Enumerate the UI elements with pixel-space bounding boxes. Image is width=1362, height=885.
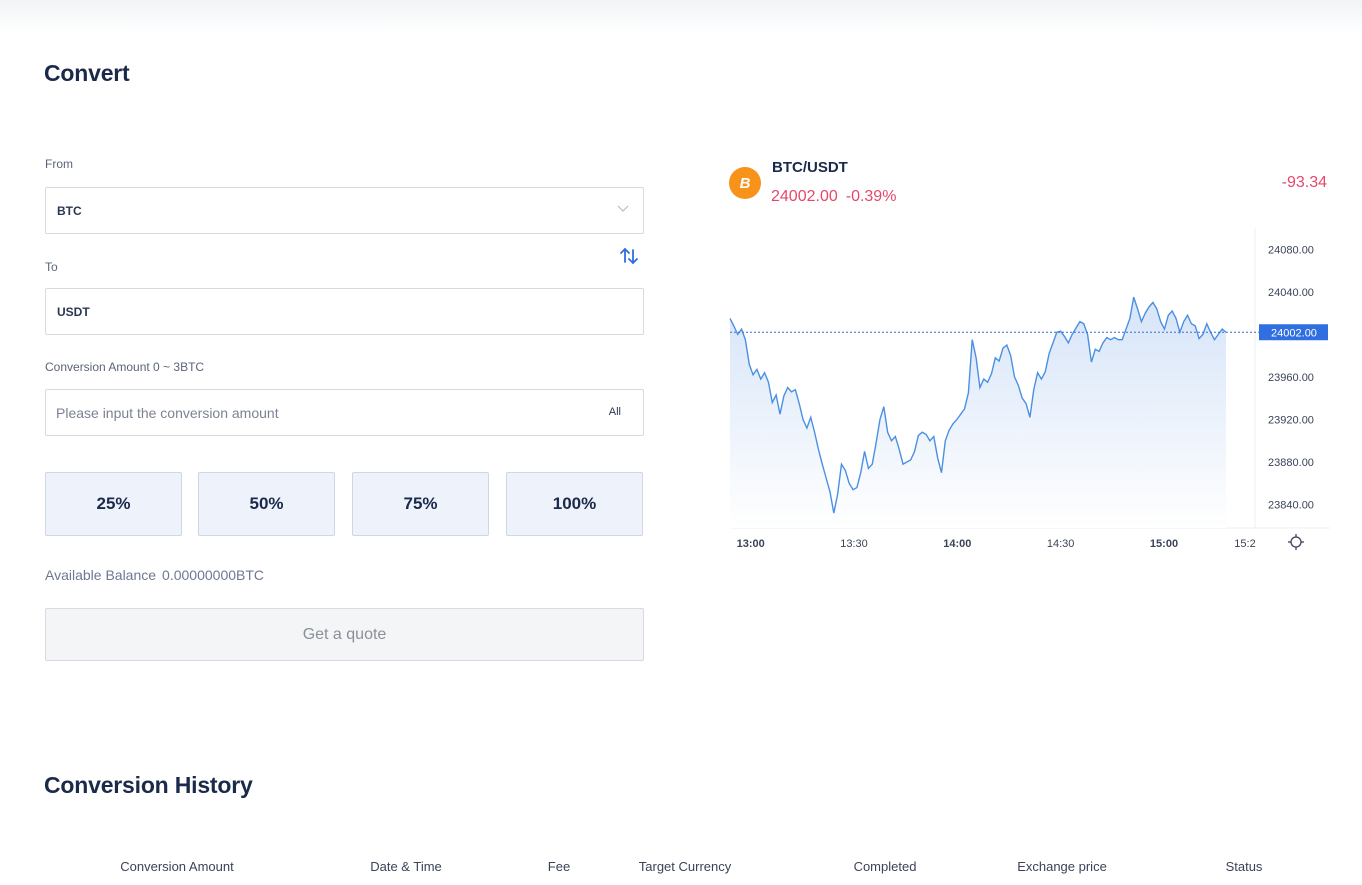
history-title: Conversion History xyxy=(44,772,253,798)
to-label: To xyxy=(45,260,58,274)
y-tick-label: 23920.00 xyxy=(1268,414,1314,426)
history-column-header: Date & Time xyxy=(370,859,442,874)
y-tick-label: 23880.00 xyxy=(1268,457,1314,469)
trading-pair: BTC/USDT xyxy=(772,159,848,176)
bitcoin-icon: B xyxy=(729,167,761,199)
page-title: Convert xyxy=(44,60,130,86)
history-column-header: Completed xyxy=(853,859,917,874)
from-label: From xyxy=(45,157,73,171)
available-balance: Available Balance 0.00000000BTC xyxy=(45,567,270,583)
x-tick-label: 15:00 xyxy=(1150,538,1178,550)
y-tick-label: 23960.00 xyxy=(1268,372,1314,384)
amount-input[interactable] xyxy=(56,403,576,423)
percent-100-button[interactable]: 100% xyxy=(506,472,643,536)
svg-text:B: B xyxy=(740,175,751,192)
balance-value: 0.00000000BTC xyxy=(162,567,265,583)
history-column-header: Conversion Amount xyxy=(120,859,234,874)
price-chart[interactable]: 24080.00 24040.00 23960.00 23920.00 23880.00… xyxy=(700,228,1340,563)
bitcoin-symbol-icon: B xyxy=(740,175,751,192)
ticker-price-line: 24002.00 -0.39% xyxy=(771,188,896,206)
change-percent: -0.39% xyxy=(845,188,897,205)
from-currency-value: BTC xyxy=(57,204,82,218)
amount-label: Conversion Amount 0 ~ 3BTC xyxy=(45,360,205,374)
y-tick-label: 23840.00 xyxy=(1268,500,1314,512)
history-column-header: Fee xyxy=(547,859,571,874)
change-absolute: -93.34 xyxy=(1281,174,1327,191)
y-tick-label: 24040.00 xyxy=(1268,287,1314,299)
y-tick-label: 24080.00 xyxy=(1268,244,1314,256)
percent-25-button[interactable]: 25% xyxy=(45,472,182,536)
percent-75-button[interactable]: 75% xyxy=(352,472,489,536)
top-bar xyxy=(0,0,1362,34)
get-quote-button[interactable]: Get a quote xyxy=(45,608,644,661)
x-tick-label: 13:00 xyxy=(737,538,765,550)
last-price: 24002.00 xyxy=(771,188,838,205)
from-currency-select[interactable]: BTC xyxy=(45,187,644,234)
last-price-tag: 24002.00 xyxy=(1259,324,1328,341)
x-tick-label: 14:00 xyxy=(943,538,971,550)
last-price-tag-label: 24002.00 xyxy=(1271,327,1317,339)
balance-label: Available Balance xyxy=(45,567,157,583)
to-currency-select[interactable]: USDT xyxy=(45,288,644,335)
history-column-header: Target Currency xyxy=(638,859,732,874)
all-button[interactable]: All xyxy=(609,406,621,418)
percent-50-button[interactable]: 50% xyxy=(198,472,335,536)
to-currency-value: USDT xyxy=(57,305,90,319)
amount-field: All xyxy=(45,389,644,436)
swap-icon[interactable] xyxy=(618,245,640,267)
history-column-header: Status xyxy=(1225,859,1263,874)
history-column-header: Exchange price xyxy=(1017,859,1107,874)
x-tick-label: 14:30 xyxy=(1047,538,1075,550)
chevron-down-icon xyxy=(617,205,629,212)
x-tick-label: 13:30 xyxy=(840,538,868,550)
x-tick-label: 15:2 xyxy=(1234,538,1255,550)
chart-settings-icon[interactable] xyxy=(1288,534,1304,550)
